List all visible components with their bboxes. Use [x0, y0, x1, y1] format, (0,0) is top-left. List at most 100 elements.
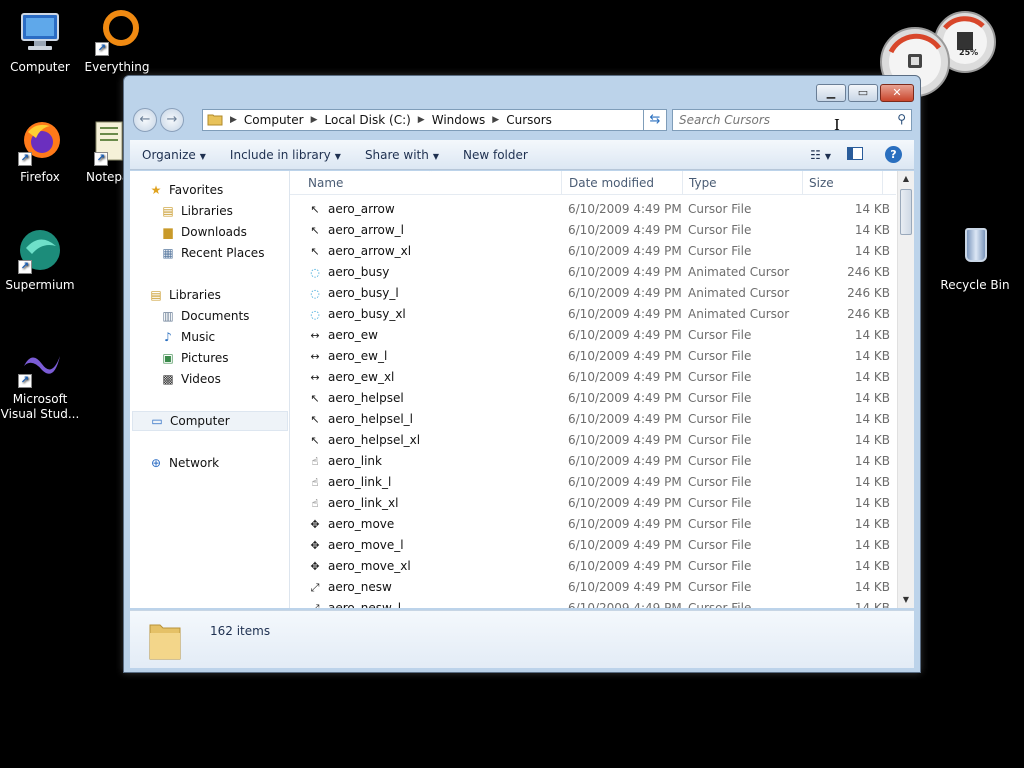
- address-bar[interactable]: ▶ Computer ▶ Local Disk (C:) ▶ Windows ▶…: [202, 109, 662, 131]
- file-size: 14 KB: [854, 391, 890, 405]
- file-row[interactable]: ◌ aero_busy_xl 6/10/2009 4:49 PM Animated C…: [290, 304, 896, 325]
- file-row[interactable]: ⤢ aero_nesw_l 6/10/2009 4:49 PM Cursor File…: [290, 598, 896, 608]
- desktop-icon-everything[interactable]: ↗ Everything: [77, 8, 157, 75]
- share-with-button[interactable]: Share with ▼: [353, 148, 451, 162]
- preview-pane-icon: [847, 146, 863, 160]
- file-size: 14 KB: [854, 517, 890, 531]
- search-box[interactable]: ⚲: [672, 109, 912, 131]
- file-row[interactable]: ◌ aero_busy_l 6/10/2009 4:49 PM Animated Cu…: [290, 283, 896, 304]
- file-row[interactable]: ↖ aero_helpsel_xl 6/10/2009 4:49 PM Cursor …: [290, 430, 896, 451]
- libraries-icon: ▤: [162, 204, 174, 218]
- search-input[interactable]: [673, 110, 873, 130]
- folder-icon: [207, 112, 223, 129]
- file-row[interactable]: ↖ aero_arrow 6/10/2009 4:49 PM Cursor File 1…: [290, 199, 896, 220]
- nav-network[interactable]: ⊕ Network: [148, 453, 219, 473]
- file-row[interactable]: ↖ aero_helpsel_l 6/10/2009 4:49 PM Cursor F…: [290, 409, 896, 430]
- breadcrumb-windows[interactable]: Windows: [428, 113, 490, 127]
- organize-button[interactable]: Organize ▼: [130, 148, 218, 162]
- breadcrumb-computer[interactable]: Computer: [240, 113, 308, 127]
- nav-recent-places[interactable]: ▦ Recent Places: [160, 243, 264, 263]
- file-row[interactable]: ☝ aero_link 6/10/2009 4:49 PM Cursor File 14…: [290, 451, 896, 472]
- desktop-icon-firefox[interactable]: ↗ Firefox: [0, 118, 80, 185]
- back-button[interactable]: ←: [133, 108, 157, 132]
- breadcrumb-local-disk[interactable]: Local Disk (C:): [321, 113, 415, 127]
- file-row[interactable]: ✥ aero_move_xl 6/10/2009 4:49 PM Cursor Fil…: [290, 556, 896, 577]
- file-date: 6/10/2009 4:49 PM: [568, 307, 682, 321]
- maximize-button[interactable]: ▭: [848, 84, 878, 102]
- scrollbar-thumb[interactable]: [900, 189, 912, 235]
- shortcut-arrow-icon: ↗: [95, 42, 109, 56]
- nav-libraries[interactable]: ▤ Libraries: [148, 285, 221, 305]
- preview-pane-button[interactable]: [837, 146, 873, 163]
- desktop-icon-computer[interactable]: Computer: [0, 8, 80, 75]
- desktop-icon-notepad[interactable]: ↗ Notepa: [70, 118, 130, 185]
- scroll-up-icon[interactable]: ▲: [898, 171, 914, 187]
- nav-music[interactable]: ♪ Music: [160, 327, 215, 347]
- file-row[interactable]: ↔ aero_ew 6/10/2009 4:49 PM Cursor File 14 K…: [290, 325, 896, 346]
- file-row[interactable]: ⤢ aero_nesw 6/10/2009 4:49 PM Cursor File 14…: [290, 577, 896, 598]
- file-size: 14 KB: [854, 223, 890, 237]
- new-folder-button[interactable]: New folder: [451, 148, 540, 162]
- minimize-button[interactable]: ▁: [816, 84, 846, 102]
- column-header-name[interactable]: Name: [308, 176, 343, 190]
- help-button[interactable]: ?: [873, 146, 914, 163]
- nav-favorites[interactable]: ★ Favorites: [148, 180, 224, 200]
- file-row[interactable]: ☝ aero_link_l 6/10/2009 4:49 PM Cursor File…: [290, 472, 896, 493]
- file-date: 6/10/2009 4:49 PM: [568, 286, 682, 300]
- file-name: aero_arrow_xl: [328, 244, 412, 258]
- column-header-type[interactable]: Type: [689, 176, 717, 190]
- vertical-scrollbar[interactable]: ▲ ▼: [897, 171, 914, 608]
- folder-icon: [148, 619, 182, 661]
- firefox-icon: ↗: [16, 118, 64, 166]
- refresh-button[interactable]: ⇆: [643, 109, 667, 131]
- close-icon: ✕: [892, 86, 902, 99]
- nav-documents[interactable]: ▥ Documents: [160, 306, 249, 326]
- file-name: aero_ew_l: [328, 349, 388, 363]
- resize-ew-cursor-icon: ↔: [310, 329, 320, 342]
- breadcrumb-cursors[interactable]: Cursors: [502, 113, 556, 127]
- minimize-icon: ▁: [826, 86, 836, 99]
- new-folder-label: New folder: [463, 147, 528, 162]
- file-name: aero_move_l: [328, 538, 404, 552]
- include-label: Include in library: [229, 147, 331, 162]
- nav-label: Videos: [181, 372, 221, 386]
- desktop-icon-label: Computer: [10, 60, 70, 74]
- everything-icon: ↗: [93, 8, 141, 56]
- nav-computer[interactable]: ▭ Computer: [132, 411, 288, 431]
- file-row[interactable]: ↖ aero_helpsel 6/10/2009 4:49 PM Cursor Fil…: [290, 388, 896, 409]
- nav-libraries-favorite[interactable]: ▤ Libraries: [160, 201, 233, 221]
- desktop-icon-recycle-bin[interactable]: Recycle Bin: [935, 226, 1015, 293]
- scroll-down-icon[interactable]: ▼: [898, 592, 914, 608]
- file-size: 14 KB: [854, 328, 890, 342]
- close-button[interactable]: ✕: [880, 84, 914, 102]
- file-type: Animated Cursor: [688, 307, 790, 321]
- file-name: aero_ew_xl: [328, 370, 395, 384]
- file-type: Cursor File: [688, 580, 752, 594]
- file-row[interactable]: ☝ aero_link_xl 6/10/2009 4:49 PM Cursor Fil…: [290, 493, 896, 514]
- title-bar[interactable]: ▁ ▭ ✕: [124, 76, 920, 104]
- nav-pictures[interactable]: ▣ Pictures: [160, 348, 228, 368]
- file-row[interactable]: ✥ aero_move_l 6/10/2009 4:49 PM Cursor File…: [290, 535, 896, 556]
- file-row[interactable]: ↖ aero_arrow_xl 6/10/2009 4:49 PM Cursor Fi…: [290, 241, 896, 262]
- file-row[interactable]: ✥ aero_move 6/10/2009 4:49 PM Cursor File 14…: [290, 514, 896, 535]
- computer-icon: [16, 8, 64, 56]
- file-size: 14 KB: [854, 601, 890, 608]
- desktop-icon-visual-studio[interactable]: ↗ Microsoft Visual Stud...: [0, 340, 80, 422]
- include-in-library-button[interactable]: Include in library ▼: [218, 148, 353, 162]
- change-view-button[interactable]: ☷ ▼: [804, 148, 837, 162]
- nav-videos[interactable]: ▩ Videos: [160, 369, 221, 389]
- nav-downloads[interactable]: ▆ Downloads: [160, 222, 247, 242]
- file-row[interactable]: ↔ aero_ew_l 6/10/2009 4:49 PM Cursor File 14…: [290, 346, 896, 367]
- desktop-icon-supermium[interactable]: ↗ Supermium: [0, 226, 80, 293]
- column-header-size[interactable]: Size: [809, 176, 834, 190]
- file-size: 14 KB: [854, 244, 890, 258]
- forward-button[interactable]: →: [160, 108, 184, 132]
- file-date: 6/10/2009 4:49 PM: [568, 517, 682, 531]
- file-row[interactable]: ↖ aero_arrow_l 6/10/2009 4:49 PM Cursor Fil…: [290, 220, 896, 241]
- search-icon[interactable]: ⚲: [897, 112, 906, 126]
- text-cursor-icon: I: [834, 116, 840, 134]
- file-row[interactable]: ◌ aero_busy 6/10/2009 4:49 PM Animated Curs…: [290, 262, 896, 283]
- file-row[interactable]: ↔ aero_ew_xl 6/10/2009 4:49 PM Cursor File 1…: [290, 367, 896, 388]
- column-header-date-modified[interactable]: Date modified: [569, 176, 654, 190]
- file-type: Cursor File: [688, 496, 752, 510]
